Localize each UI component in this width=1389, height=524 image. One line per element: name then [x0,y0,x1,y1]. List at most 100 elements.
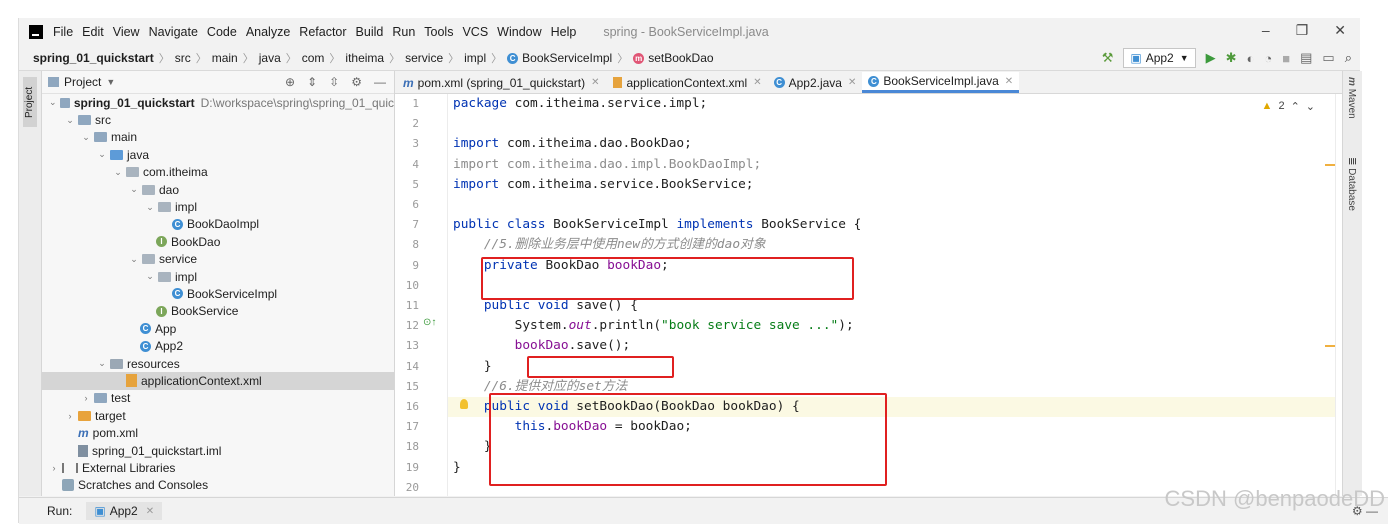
code-editor[interactable]: 1 2 3 4 5 6 7 8 9 10 11 12 13 14 15 16 17 18 19 20 ⊙↑ packa… [395,94,1335,496]
menu-refactor[interactable]: Refactor [299,25,346,39]
close-icon[interactable]: ✕ [848,77,856,88]
warning-stripe-mark[interactable] [1325,345,1335,347]
warning-stripe-mark[interactable] [1325,164,1335,166]
chevron-down-icon[interactable]: ⌄ [128,254,140,265]
chevron-down-icon[interactable]: ⌄ [112,167,124,178]
menu-build[interactable]: Build [356,25,384,39]
code-line[interactable]: import com.itheima.dao.BookDao; [453,134,692,154]
breadcrumb-service[interactable]: service [405,51,443,65]
menu-edit[interactable]: Edit [82,25,104,39]
tree-item[interactable]: I BookService [42,303,394,320]
tree-item[interactable]: › External Libraries [42,459,394,476]
database-tool-tab[interactable]: ≣ Database [1346,157,1357,211]
menu-file[interactable]: File [53,25,73,39]
menu-vcs[interactable]: VCS [462,25,488,39]
tree-item[interactable]: ⌄ resources [42,355,394,372]
debug-icon[interactable]: ✱ [1226,50,1237,66]
run-tab-app2[interactable]: ▣ App2 ✕ [86,502,163,520]
chevron-down-icon[interactable]: ⌄ [80,132,92,143]
code-line[interactable]: package com.itheima.service.impl; [453,94,707,114]
gear-icon[interactable]: ⚙ [351,75,362,89]
tree-item[interactable]: › test [42,390,394,407]
project-tool-tab[interactable]: Project [23,77,37,127]
tree-item[interactable]: C App [42,320,394,337]
chevron-down-icon[interactable]: ⌄ [96,358,108,369]
tab-application-context[interactable]: applicationContext.xml ✕ [605,72,767,93]
tab-pom-xml[interactable]: m pom.xml (spring_01_quickstart) ✕ [395,72,605,93]
chevron-down-icon[interactable]: ⌄ [144,202,156,213]
close-icon[interactable]: ✕ [1005,76,1013,87]
maven-tool-tab[interactable]: m Maven [1346,77,1357,119]
menu-navigate[interactable]: Navigate [149,25,198,39]
tree-item[interactable]: ⌄ com.itheima [42,164,394,181]
tree-item[interactable]: C BookDaoImpl [42,216,394,233]
tree-item[interactable]: ⌄ dao [42,181,394,198]
menu-help[interactable]: Help [551,25,577,39]
menu-analyze[interactable]: Analyze [246,25,290,39]
chevron-down-icon[interactable]: ⌄ [128,184,140,195]
breadcrumb-main[interactable]: main [212,51,238,65]
menu-run[interactable]: Run [392,25,415,39]
collapse-all-icon[interactable]: ⇳ [329,75,339,89]
build-hammer-icon[interactable]: ⚒ [1102,50,1114,66]
chevron-down-icon[interactable]: ⌄ [1306,100,1315,113]
tree-item[interactable]: Scratches and Consoles [42,477,394,494]
inspection-widget[interactable]: ▲ 2 ⌃ ⌄ [1262,100,1315,113]
tree-item[interactable]: ⌄ src [42,111,394,128]
chevron-down-icon[interactable]: ⌄ [48,97,58,108]
chevron-down-icon[interactable]: ▼ [106,77,115,87]
search-icon[interactable]: ⌕ [1345,50,1352,66]
tree-item[interactable]: › target [42,407,394,424]
coverage-icon[interactable]: ◐ [1247,51,1255,66]
run-config-select[interactable]: ▣ App2 ▼ [1123,48,1196,68]
restore-icon[interactable]: ❐ [1296,22,1309,39]
tree-item[interactable]: ⌄ service [42,251,394,268]
tree-item[interactable]: C BookServiceImpl [42,285,394,302]
breadcrumb-project[interactable]: spring_01_quickstart [33,51,154,65]
breadcrumb-itheima[interactable]: itheima [345,51,384,65]
stop-icon[interactable]: ■ [1282,51,1290,66]
tree-item[interactable]: I BookDao [42,233,394,250]
hide-icon[interactable]: — [374,75,386,89]
tab-book-service-impl[interactable]: C BookServiceImpl.java ✕ [862,72,1020,93]
code-line[interactable]: import com.itheima.service.BookService; [453,175,753,195]
tab-app2[interactable]: C App2.java ✕ [768,72,863,93]
breadcrumb-class[interactable]: BookServiceImpl [522,51,612,65]
code-line[interactable]: } [453,357,492,377]
project-panel-title[interactable]: Project [64,75,101,89]
tree-item[interactable]: ⌄ spring_01_quickstart D:\workspace\spring… [42,94,394,111]
code-line[interactable]: } [453,458,461,478]
project-structure-icon[interactable]: ▤ [1300,50,1312,66]
locate-icon[interactable]: ⊕ [285,75,295,89]
run-icon[interactable]: ▶ [1206,50,1216,66]
code-line[interactable]: } [453,437,492,457]
tree-item[interactable]: C App2 [42,337,394,354]
chevron-down-icon[interactable]: ⌄ [96,149,108,160]
tree-item[interactable]: spring_01_quickstart.iml [42,442,394,459]
close-icon[interactable]: ✕ [753,77,761,88]
menu-code[interactable]: Code [207,25,237,39]
expand-all-icon[interactable]: ⇕ [307,75,317,89]
chevron-down-icon[interactable]: ⌄ [64,115,76,126]
breadcrumb-src[interactable]: src [175,51,191,65]
tree-item[interactable]: m pom.xml [42,424,394,441]
chevron-right-icon[interactable]: › [48,463,60,473]
close-icon[interactable]: ✕ [591,77,599,88]
chevron-down-icon[interactable]: ⌄ [144,271,156,282]
tree-item[interactable]: ⌄ main [42,129,394,146]
menu-window[interactable]: Window [497,25,541,39]
chevron-up-icon[interactable]: ⌃ [1291,100,1300,113]
breadcrumb-method[interactable]: setBookDao [648,51,713,65]
close-icon[interactable]: ✕ [1334,22,1346,39]
code-line[interactable]: //5.删除业务层中使用new的方式创建的dao对象 [453,235,766,255]
code-line[interactable]: System.out.println("book service save ..… [453,316,854,336]
tree-item[interactable]: applicationContext.xml [42,372,394,390]
breadcrumb-com[interactable]: com [302,51,325,65]
chevron-right-icon[interactable]: › [80,393,92,403]
menu-view[interactable]: View [113,25,140,39]
code-line[interactable]: bookDao.save(); [453,336,631,356]
chevron-right-icon[interactable]: › [64,411,76,421]
minimize-icon[interactable]: – [1262,22,1270,39]
tree-item[interactable]: ⌄ java [42,146,394,163]
code-line[interactable]: import com.itheima.dao.impl.BookDaoImpl; [453,155,761,175]
